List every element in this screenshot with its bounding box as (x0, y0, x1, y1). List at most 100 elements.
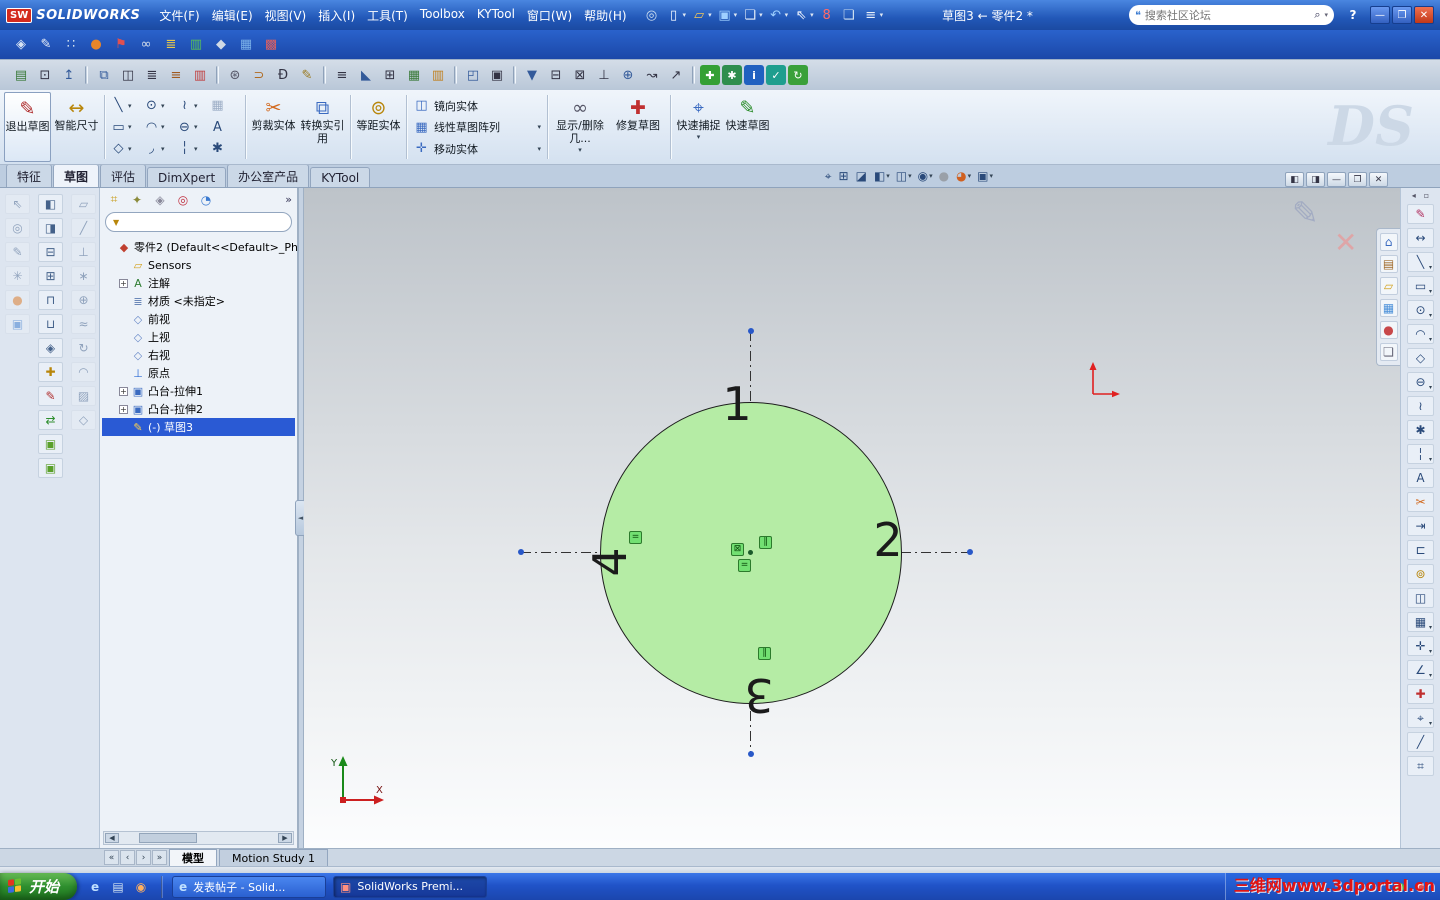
feature-filter-input[interactable] (124, 215, 284, 229)
tab-dimxpert[interactable]: DimXpert (147, 167, 227, 187)
dimension-add-icon[interactable]: ✚ (38, 362, 63, 382)
confirm-sketch-icon[interactable]: ✎ (1292, 194, 1319, 232)
point-icon[interactable]: ✱ (1407, 420, 1434, 440)
zoom-glass-icon[interactable]: ◎ (5, 218, 30, 238)
help-button[interactable]: ? (1343, 8, 1363, 22)
menu-file[interactable]: 文件(F) (153, 4, 205, 27)
menu-tools[interactable]: 工具(T) (361, 4, 414, 27)
apply-scene-icon[interactable]: ▣ ▾ (975, 167, 995, 185)
line-icon[interactable]: ╲ ▾ (1407, 252, 1434, 272)
tree-item-origin[interactable]: ⊥ 原点 (102, 364, 295, 382)
display-style-icon[interactable]: ◫ ▾ (894, 167, 914, 185)
axis-tool-icon[interactable]: ╱ (71, 218, 96, 238)
menu-toolbox[interactable]: Toolbox (414, 4, 471, 27)
sketch-pen-icon[interactable]: ✎ (5, 242, 30, 262)
blue-grid-icon[interactable]: ▦ (235, 34, 257, 56)
linear-sketch-pattern-icon[interactable]: ▦ ▾ (1407, 612, 1434, 632)
menu-view[interactable]: 视图(V) (259, 4, 313, 27)
convert-entities-icon[interactable]: ⊏ (1407, 540, 1434, 560)
tree-item-boss-extrude1[interactable]: + ▣ 凸台-拉伸1 (102, 382, 295, 400)
orange-sphere-icon[interactable]: ● (85, 34, 107, 56)
spline-icon[interactable]: ≀ ▾ (175, 95, 208, 116)
search-icon[interactable]: ⌕ (1314, 8, 1320, 22)
start-button[interactable]: 开始 (0, 873, 78, 900)
fillet-icon[interactable]: ◞ ▾ (142, 138, 175, 159)
helix-tool-icon[interactable]: ↻ (71, 338, 96, 358)
coordinate-tool-icon[interactable]: ⊥ (71, 242, 96, 262)
community-search-box[interactable]: ❝ ⌕ ▾ (1129, 5, 1334, 25)
overflow-chevron-icon[interactable]: » (285, 193, 292, 206)
polygon-icon[interactable]: ◇ (1407, 348, 1434, 368)
boundary-tool-icon[interactable]: ◇ (71, 410, 96, 430)
tree-item-part[interactable]: ◆ 零件2 (Default<<Default>_Ph... (102, 238, 297, 256)
tab-model[interactable]: 模型 (169, 849, 217, 866)
copy-icon[interactable]: ⧉ (93, 64, 115, 86)
custom-properties-icon[interactable]: ❏ (1379, 343, 1398, 361)
sketch-page-icon[interactable]: ❏ (839, 4, 860, 26)
color-bars-icon[interactable]: ▥ (427, 64, 449, 86)
move-entities-button[interactable]: ✛ 移动实体 ▾ (413, 138, 541, 159)
separator[interactable] (323, 66, 326, 84)
feature-filter-box[interactable]: ▼ (105, 212, 292, 232)
library-feature-icon[interactable]: ▣ (38, 434, 63, 454)
convert-entities-button[interactable]: ⧉ 转换实引用 (299, 92, 346, 162)
tree-item-front-plane[interactable]: ◇ 前视 (102, 310, 295, 328)
sketch-number-2[interactable]: 2 (873, 513, 902, 567)
center-point[interactable] (748, 550, 753, 555)
endpoint-dot[interactable] (518, 549, 524, 555)
view-palette-icon[interactable]: ▦ (1379, 299, 1398, 317)
diamond-tool-icon[interactable]: ◆ (210, 34, 232, 56)
measure-pen-icon[interactable]: ✎ (35, 34, 57, 56)
tree-item-material[interactable]: ≣ 材质 <未指定> (102, 292, 295, 310)
smart-dimension-icon[interactable]: ↔ (1407, 228, 1434, 248)
separator[interactable] (85, 66, 88, 84)
magnet-icon[interactable]: ⊃ (248, 64, 270, 86)
polygon-icon[interactable]: ◇ ▾ (109, 138, 142, 159)
rapid-sketch-button[interactable]: ✎ 快速草图 (724, 92, 771, 162)
tree-item-boss-extrude2[interactable]: + ▣ 凸台-拉伸2 (102, 400, 295, 418)
web-page-icon[interactable]: ▤ (10, 64, 32, 86)
tab-office-products[interactable]: 办公室产品 (227, 164, 310, 187)
weld-symbol-icon[interactable]: ⊥ (593, 64, 615, 86)
isometric-view-icon[interactable]: ◈ (38, 338, 63, 358)
last-tab-icon[interactable]: » (152, 850, 167, 865)
left-view-icon[interactable]: ⊟ (38, 242, 63, 262)
tab-kytool[interactable]: KYTool (310, 167, 371, 187)
menu-edit[interactable]: 编辑(E) (206, 4, 259, 27)
menu-window[interactable]: 窗口(W) (521, 4, 578, 27)
tab-motion-study-1[interactable]: Motion Study 1 (219, 849, 329, 866)
centerline-icon[interactable]: ╎ ▾ (1407, 444, 1434, 464)
move-entities-icon[interactable]: ✛ ▾ (1407, 636, 1434, 656)
plugin-icon[interactable]: ✓ (766, 65, 786, 85)
ellipse-icon[interactable]: ⊖ ▾ (1407, 372, 1434, 392)
sketch-number-1[interactable]: 1 (722, 377, 751, 431)
pattern-grid-icon[interactable]: ▦ (208, 95, 241, 116)
section-view-icon[interactable]: ◪ (854, 167, 870, 185)
pin-strip-icon[interactable]: ▫ (1424, 191, 1429, 200)
separator[interactable] (692, 66, 695, 84)
green-chart-icon[interactable]: ▥ (185, 34, 207, 56)
rebuild-icon[interactable]: 8 (817, 4, 838, 26)
minimize-button[interactable]: — (1370, 6, 1390, 24)
anchor-grid-icon[interactable]: ⊠ (569, 64, 591, 86)
edit-note-icon[interactable]: ✎ (296, 64, 318, 86)
new-document-icon[interactable]: ▯ ▾ (664, 4, 689, 26)
select-arrow-icon[interactable]: ⇖ (5, 194, 30, 214)
view-cube-icon[interactable]: ◈ (10, 34, 32, 56)
point-tool-icon[interactable]: ∗ (71, 266, 96, 286)
repair-sketch-icon[interactable]: ✚ (1407, 684, 1434, 704)
endpoint-dot[interactable] (967, 549, 973, 555)
endpoint-dot[interactable] (748, 751, 754, 757)
extend-entities-icon[interactable]: ⇥ (1407, 516, 1434, 536)
options-icon[interactable]: ≡ ▾ (861, 4, 886, 26)
sketch-pencil-icon[interactable]: ✎ (1407, 204, 1434, 224)
tree-item-sensors[interactable]: ▱ Sensors (102, 256, 295, 274)
tab-features[interactable]: 特征 (6, 164, 53, 187)
menu-kytool[interactable]: KYTool (471, 4, 521, 27)
collapse-strip-icon[interactable]: ◂ (1412, 191, 1416, 200)
relation-equal-icon[interactable]: = (629, 531, 642, 544)
task-button-forum[interactable]: e 发表帖子 - Solid... (172, 875, 327, 898)
view-orientation-icon[interactable]: ◧ ▾ (872, 167, 892, 185)
tab-evaluate[interactable]: 评估 (100, 164, 147, 187)
expander-icon[interactable]: + (119, 386, 128, 396)
